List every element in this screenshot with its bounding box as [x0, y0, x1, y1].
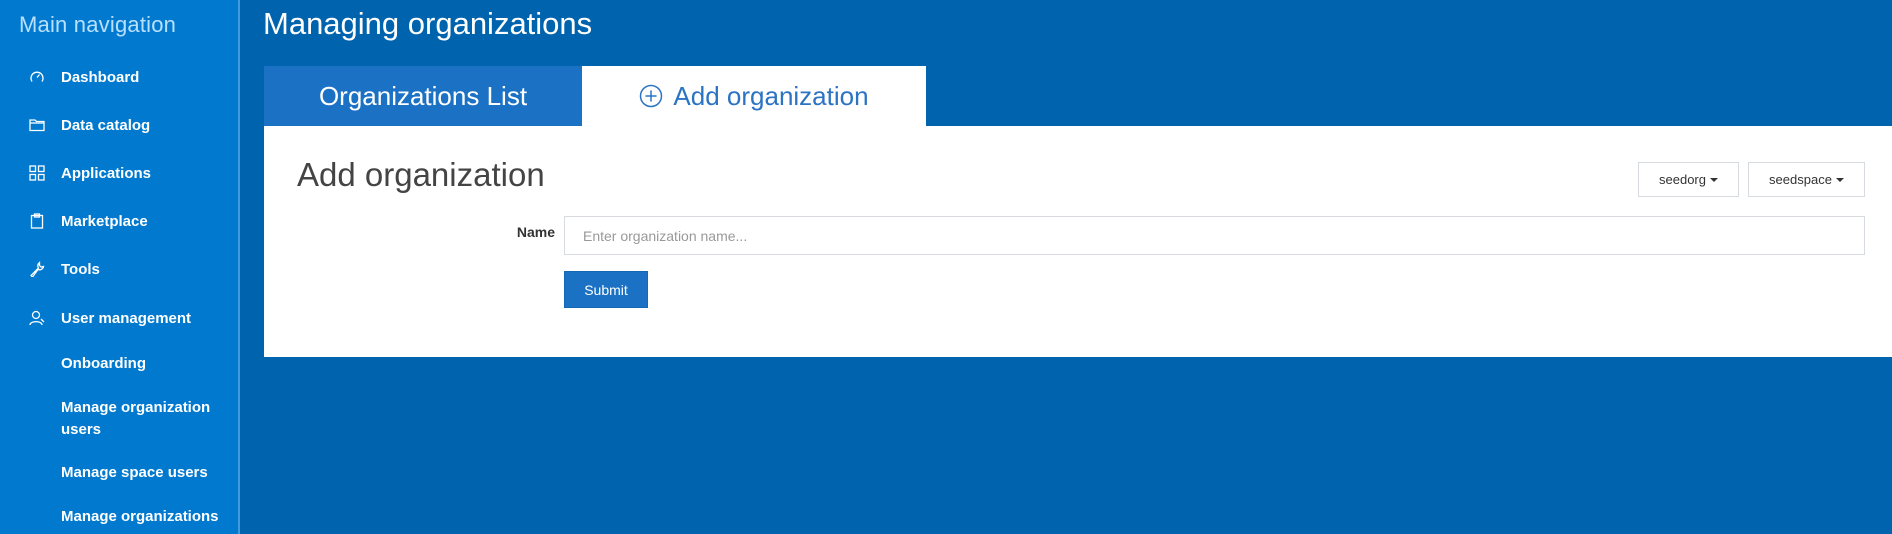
sidebar-subitem-onboarding[interactable]: Onboarding — [61, 353, 231, 375]
speedometer-icon — [27, 67, 47, 87]
tab-add-organization[interactable]: Add organization — [582, 66, 926, 126]
tab-label: Organizations List — [318, 80, 528, 111]
folder-icon — [27, 115, 47, 135]
sidebar-subitem-manage-organization-users[interactable]: Manage organization users — [61, 397, 231, 441]
sidebar-item-label: Tools — [61, 260, 100, 278]
user-icon — [27, 308, 47, 328]
caret-down-icon — [1835, 177, 1844, 182]
sidebar-subitem-manage-organizations[interactable]: Manage organizations — [61, 506, 231, 528]
name-label: Name — [516, 224, 555, 240]
sidebar-item-label: User management — [61, 309, 192, 327]
main-content: Managing organizations Organizations Lis… — [240, 0, 1892, 534]
sidebar-item-data-catalog[interactable]: Data catalog — [0, 105, 238, 145]
panel-title: Add organization — [297, 156, 545, 193]
grid-icon — [27, 163, 47, 183]
caret-down-icon — [1709, 177, 1718, 182]
sidebar-item-user-management[interactable]: User management — [0, 298, 238, 338]
organization-dropdown-value: seedorg — [1659, 172, 1706, 187]
wrench-icon — [27, 259, 47, 279]
plus-circle-icon — [639, 84, 663, 108]
sidebar-item-tools[interactable]: Tools — [0, 249, 238, 289]
sidebar-item-label: Marketplace — [61, 212, 148, 230]
sidebar-item-label: Dashboard — [61, 68, 140, 86]
sidebar: Main navigation Dashboard Data catalog A… — [0, 0, 240, 534]
page-title: Managing organizations — [263, 6, 593, 41]
organization-name-input[interactable] — [564, 216, 1865, 255]
space-dropdown[interactable]: seedspace — [1748, 162, 1865, 197]
sidebar-item-applications[interactable]: Applications — [0, 153, 238, 193]
organization-dropdown[interactable]: seedorg — [1638, 162, 1739, 197]
submit-button[interactable]: Submit — [564, 271, 648, 308]
add-organization-panel: Add organization seedorg seedspace Name … — [264, 126, 1892, 357]
tab-label: Add organization — [673, 80, 869, 111]
sidebar-item-marketplace[interactable]: Marketplace — [0, 201, 238, 241]
sidebar-subitem-manage-space-users[interactable]: Manage space users — [61, 462, 231, 484]
clipboard-icon — [27, 211, 47, 231]
sidebar-item-dashboard[interactable]: Dashboard — [0, 57, 238, 97]
sidebar-title: Main navigation — [19, 12, 177, 37]
tab-organizations-list[interactable]: Organizations List — [264, 66, 582, 126]
space-dropdown-value: seedspace — [1769, 172, 1832, 187]
sidebar-item-label: Data catalog — [61, 116, 151, 134]
sidebar-item-label: Applications — [61, 164, 152, 182]
